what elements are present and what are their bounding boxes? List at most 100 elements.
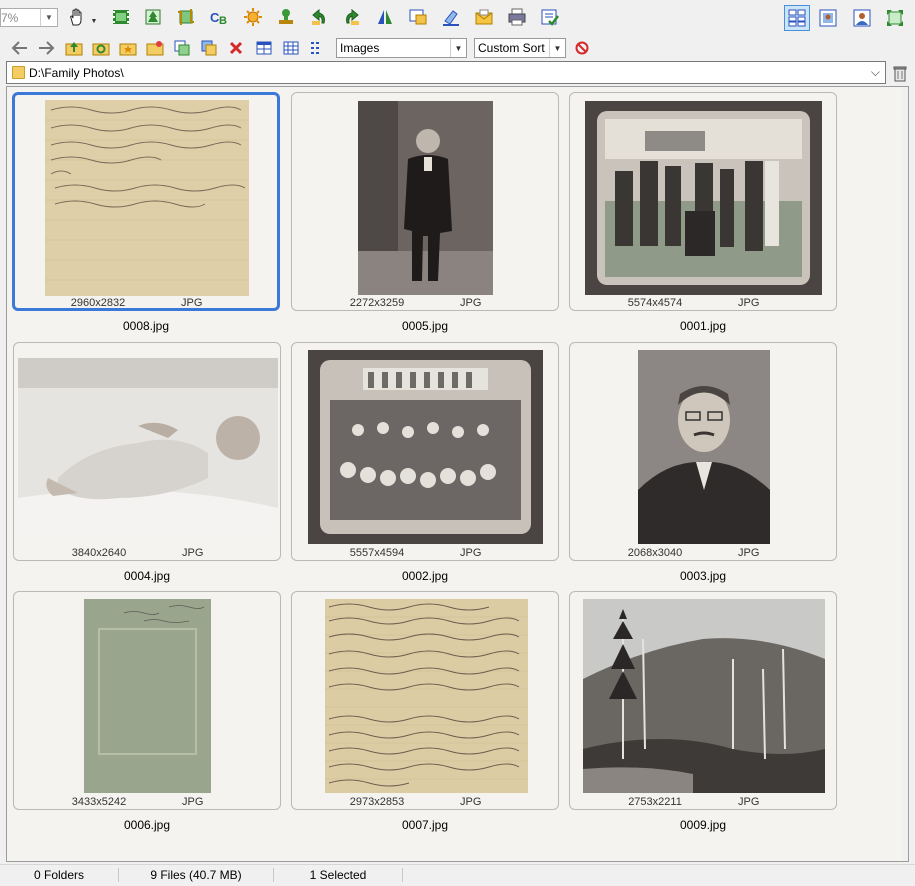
stamp-icon[interactable] [275, 6, 297, 28]
hand-pan-icon[interactable] [66, 6, 88, 28]
status-divider [402, 868, 403, 882]
eraser-icon[interactable] [440, 6, 462, 28]
thumbnail-tile[interactable]: 5557x4594 JPG [291, 342, 559, 561]
thumbnail-image [638, 350, 770, 544]
image-type: JPG [738, 547, 760, 559]
thumbnail-tile[interactable]: 2960x2832 JPG [12, 92, 280, 311]
thumbnail-tile[interactable]: 5574x4574 JPG [569, 92, 837, 311]
file-filter-value: Images [340, 41, 380, 55]
chevron-down-icon[interactable]: ▼ [40, 9, 57, 26]
thumbnail-view-icon[interactable] [784, 5, 810, 31]
image-type: JPG [182, 796, 204, 808]
thumbnail-image [325, 599, 528, 793]
checklist-icon[interactable] [539, 6, 561, 28]
thumbnail-image [45, 100, 249, 296]
file-name[interactable]: 0005.jpg [291, 319, 559, 333]
image-dimensions: 3433x5242 [71, 796, 127, 808]
zoom-value: 7% [1, 11, 19, 25]
move-to-icon[interactable] [198, 37, 220, 59]
details-view-icon[interactable] [280, 37, 302, 59]
status-selected: 1 Selected [309, 868, 367, 882]
thumbnail-tile[interactable]: 2973x2853 JPG [291, 591, 559, 810]
image-dimensions: 2068x3040 [627, 547, 683, 559]
image-type: JPG [738, 297, 760, 309]
back-arrow-icon[interactable] [9, 37, 31, 59]
chevron-down-icon[interactable]: ▼ [450, 39, 466, 57]
folder-up-icon[interactable] [63, 37, 85, 59]
file-filter-select[interactable]: Images ▼ [336, 38, 467, 58]
image-dimensions: 5574x4574 [627, 297, 683, 309]
address-path: D:\Family Photos\ [29, 66, 124, 80]
image-type: JPG [460, 547, 482, 559]
thumbnail-tile[interactable]: 3433x5242 JPG [13, 591, 281, 810]
image-type: JPG [738, 796, 760, 808]
forward-arrow-icon[interactable] [35, 37, 57, 59]
thumbnail-tile[interactable]: 2753x2211 JPG [569, 591, 837, 810]
file-name[interactable]: 0002.jpg [291, 569, 559, 583]
rotate-right-icon[interactable] [341, 6, 363, 28]
zoom-combo[interactable]: 7% ▼ [0, 8, 58, 27]
image-dimensions: 2960x2832 [70, 297, 126, 309]
thumbnail-image [585, 101, 822, 295]
thumbnail-image [583, 599, 825, 793]
delete-icon[interactable] [225, 37, 247, 59]
chevron-down-icon[interactable]: ▼ [549, 39, 565, 57]
svg-text:B: B [219, 15, 227, 27]
cb-icon[interactable]: CB [208, 6, 230, 28]
thumbnail-image [308, 350, 543, 544]
file-name[interactable]: 0004.jpg [13, 569, 281, 583]
image-dimensions: 3840x2640 [71, 547, 127, 559]
address-bar[interactable]: D:\Family Photos\ ⌵ [6, 61, 886, 84]
grid-view-icon[interactable] [253, 37, 275, 59]
status-files: 9 Files (40.7 MB) [150, 868, 242, 882]
thumbnail-viewport[interactable]: 2960x2832 JPG 0008.jpg 2272x3259 JPG 000… [6, 86, 909, 862]
image-type: JPG [182, 547, 204, 559]
file-name[interactable]: 0008.jpg [12, 319, 280, 333]
hand-pan-dropdown-icon[interactable]: ▼ [88, 10, 100, 32]
rotate-left-icon[interactable] [308, 6, 330, 28]
sort-select[interactable]: Custom Sort ▼ [474, 38, 566, 58]
image-type: JPG [460, 297, 482, 309]
scrollbar-track[interactable] [902, 87, 908, 861]
main-toolbar: 7% ▼ ▼ CB [0, 0, 915, 35]
image-dimensions: 2973x2853 [349, 796, 405, 808]
flip-icon[interactable] [374, 6, 396, 28]
image-dimensions: 2272x3259 [349, 297, 405, 309]
sort-value: Custom Sort [478, 41, 545, 55]
status-folders: 0 Folders [33, 868, 85, 882]
thumbnail-tile[interactable]: 3840x2640 JPG [13, 342, 281, 561]
thumbnail-tile[interactable]: 2272x3259 JPG [291, 92, 559, 311]
list-view-icon[interactable] [307, 37, 329, 59]
thumbnail-tile[interactable]: 2068x3040 JPG [569, 342, 837, 561]
print-icon[interactable] [506, 6, 528, 28]
status-bar: 0 Folders 9 Files (40.7 MB) 1 Selected [0, 864, 915, 886]
recycle-bin-icon[interactable] [889, 62, 911, 84]
folder-refresh-icon[interactable] [90, 37, 112, 59]
image-type: JPG [181, 297, 203, 309]
filmstrip-icon[interactable] [110, 6, 132, 28]
stop-filter-icon[interactable] [571, 37, 593, 59]
image-dimensions: 2753x2211 [628, 796, 682, 808]
frame-icon[interactable] [407, 6, 429, 28]
file-name[interactable]: 0009.jpg [569, 818, 837, 832]
folder-favorite-icon[interactable] [117, 37, 139, 59]
tree-resize-icon[interactable] [142, 6, 164, 28]
file-name[interactable]: 0007.jpg [291, 818, 559, 832]
chevron-down-icon[interactable]: ⌵ [871, 65, 880, 80]
preview-view-icon[interactable] [817, 7, 839, 29]
file-name[interactable]: 0003.jpg [569, 569, 837, 583]
image-type: JPG [460, 796, 482, 808]
crop-icon[interactable] [175, 6, 197, 28]
envelope-icon[interactable] [473, 6, 495, 28]
file-name[interactable]: 0001.jpg [569, 319, 837, 333]
image-dimensions: 5557x4594 [349, 547, 405, 559]
thumbnail-image [18, 358, 278, 536]
folder-icon [12, 66, 25, 79]
fullscreen-icon[interactable] [884, 7, 906, 29]
copy-to-icon[interactable] [171, 37, 193, 59]
file-name[interactable]: 0006.jpg [13, 818, 281, 832]
folder-new-icon[interactable] [144, 37, 166, 59]
person-view-icon[interactable] [851, 7, 873, 29]
thumbnail-image [358, 101, 493, 295]
brightness-icon[interactable] [242, 6, 264, 28]
